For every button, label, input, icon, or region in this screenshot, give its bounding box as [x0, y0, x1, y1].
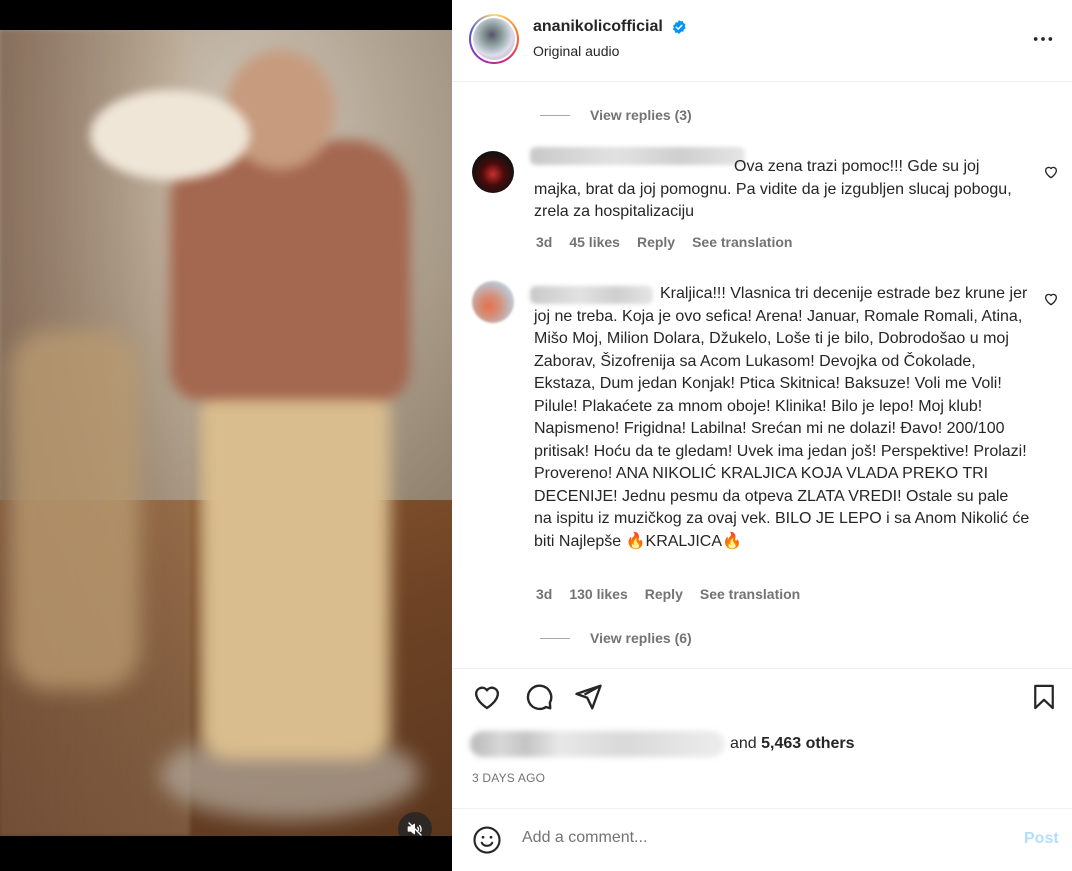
comment-item: Kraljica!!! Vlasnica tri decenije estrad… — [472, 281, 1062, 621]
commenter-avatar[interactable] — [472, 151, 514, 193]
see-translation-button[interactable]: See translation — [692, 234, 792, 250]
video-frame-figure-legs — [200, 380, 390, 760]
comments-list[interactable]: View replies (3) Ova zena trazi pomoc!!!… — [452, 83, 1072, 667]
video-frame-lamp — [90, 90, 250, 180]
comment-meta: 3d 130 likes Reply See translation — [536, 586, 817, 602]
comment-meta: 3d 45 likes Reply See translation — [536, 234, 809, 250]
view-replies-button[interactable]: View replies (3) — [540, 107, 692, 123]
emoji-picker-icon[interactable] — [472, 825, 502, 855]
post-actions: and 5,463 others 3 DAYS AGO — [452, 668, 1072, 828]
divider-line — [540, 637, 570, 639]
likes-text[interactable]: and 5,463 others — [730, 735, 855, 753]
comment-text: Ova zena trazi pomoc!!! Gde su joj majka… — [534, 158, 1012, 220]
view-replies-label: View replies (3) — [590, 107, 692, 123]
audio-track-link[interactable]: Original audio — [533, 43, 619, 59]
comment-likes[interactable]: 45 likes — [569, 234, 620, 250]
see-translation-button[interactable]: See translation — [700, 586, 800, 602]
comment-text: Kraljica!!! Vlasnica tri decenije estrad… — [534, 285, 1030, 550]
video-frame-figure-torso — [170, 140, 410, 400]
add-comment-bar: Post — [452, 808, 1072, 871]
video-frame-reflection — [10, 330, 140, 690]
speaker-muted-icon — [407, 822, 422, 836]
comment-time[interactable]: 3d — [536, 586, 552, 602]
video-player[interactable] — [0, 30, 452, 836]
verified-badge-icon — [672, 20, 686, 34]
view-replies-label: View replies (6) — [590, 630, 692, 646]
likes-count[interactable]: 5,463 others — [761, 735, 854, 752]
comment-input[interactable] — [522, 829, 1002, 847]
comment-time[interactable]: 3d — [536, 234, 552, 250]
divider-line — [540, 114, 570, 116]
like-heart-icon[interactable] — [472, 682, 502, 712]
comment-likes[interactable]: 130 likes — [569, 586, 627, 602]
more-options-icon[interactable] — [1032, 28, 1054, 50]
share-paper-plane-icon[interactable] — [573, 682, 603, 712]
post-timestamp[interactable]: 3 DAYS AGO — [472, 771, 545, 785]
commenter-avatar[interactable] — [472, 281, 514, 323]
blurred-likers-avatars[interactable] — [470, 731, 725, 757]
comment-bubble-icon[interactable] — [524, 682, 554, 712]
like-comment-heart-icon[interactable] — [1043, 291, 1059, 307]
author-avatar[interactable] — [469, 14, 519, 64]
likes-summary[interactable]: and 5,463 others — [470, 731, 855, 757]
save-bookmark-icon[interactable] — [1030, 682, 1058, 712]
post-header: ananikolicofficial Original audio — [452, 0, 1072, 82]
likes-prefix: and — [730, 735, 757, 752]
post-side-panel: ananikolicofficial Original audio View r… — [452, 0, 1072, 871]
post-comment-button[interactable]: Post — [1024, 830, 1059, 848]
view-replies-button[interactable]: View replies (6) — [540, 630, 692, 646]
reply-button[interactable]: Reply — [637, 234, 675, 250]
like-comment-heart-icon[interactable] — [1043, 164, 1059, 180]
post-media — [0, 0, 452, 871]
reply-button[interactable]: Reply — [645, 586, 683, 602]
comment-item: Ova zena trazi pomoc!!! Gde su joj majka… — [472, 147, 1062, 261]
author-username[interactable]: ananikolicofficial — [533, 18, 663, 36]
